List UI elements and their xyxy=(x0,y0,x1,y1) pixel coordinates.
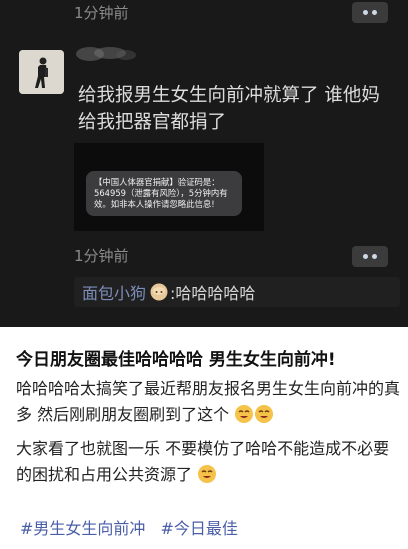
more-options-button-bottom[interactable] xyxy=(352,246,388,267)
moments-screenshot: 1分钟前 给我报男生女生向前冲就算了 谁他妈给我把器官都捐了 【中国人体器官捐献… xyxy=(0,0,408,327)
time-text: 1分钟前 xyxy=(74,247,129,265)
sms-screenshot-image[interactable]: 【中国人体器官捐献】验证码是：564959（泄露有风险），5分钟内有效。如非本人… xyxy=(74,143,264,231)
paragraph-text: 哈哈哈哈太搞笑了最近帮朋友报名男生女生向前冲的真多 然后刚刷朋友圈刷到了这个 xyxy=(16,379,401,424)
post-time-bottom: 1分钟前 xyxy=(74,245,129,266)
dot-icon xyxy=(363,10,368,15)
time-text: 1分钟前 xyxy=(74,4,129,22)
comment-text: :哈哈哈哈哈 xyxy=(170,284,256,303)
article-paragraph-2: 大家看了也就图一乐 不要模仿了哈哈不能造成不必要的困扰和占用公共资源了 xyxy=(16,436,400,488)
sms-message: 【中国人体器官捐献】验证码是：564959（泄露有风险），5分钟内有效。如非本人… xyxy=(86,171,242,216)
hashtag-link[interactable]: #男生女生向前冲 xyxy=(20,519,145,538)
laughing-emoji-icon xyxy=(198,465,217,483)
article-paragraph-1: 哈哈哈哈太搞笑了最近帮朋友报名男生女生向前冲的真多 然后刚刷朋友圈刷到了这个 xyxy=(16,376,400,428)
comment-row[interactable]: 面包小狗 :哈哈哈哈哈 xyxy=(74,277,400,307)
avatar[interactable] xyxy=(19,50,64,94)
laughing-emoji-icon xyxy=(255,405,274,423)
bread-emoji-icon xyxy=(150,283,168,301)
dot-icon xyxy=(363,254,368,259)
hashtag-list: #男生女生向前冲 #今日最佳 xyxy=(20,515,248,539)
dot-icon xyxy=(372,10,377,15)
blurred-username xyxy=(76,47,136,61)
person-silhouette-icon xyxy=(19,50,64,94)
dot-icon xyxy=(372,254,377,259)
commenter-name[interactable]: 面包小狗 xyxy=(82,280,146,304)
laughing-emoji-icon xyxy=(235,405,254,423)
article-headline: 今日朋友圈最佳哈哈哈哈 男生女生向前冲! xyxy=(16,350,336,370)
more-options-button-top[interactable] xyxy=(352,2,388,23)
post-text: 给我报男生女生向前冲就算了 谁他妈给我把器官都捐了 xyxy=(78,85,380,133)
post-time-top: 1分钟前 xyxy=(74,2,129,23)
hashtag-link[interactable]: #今日最佳 xyxy=(161,519,238,538)
